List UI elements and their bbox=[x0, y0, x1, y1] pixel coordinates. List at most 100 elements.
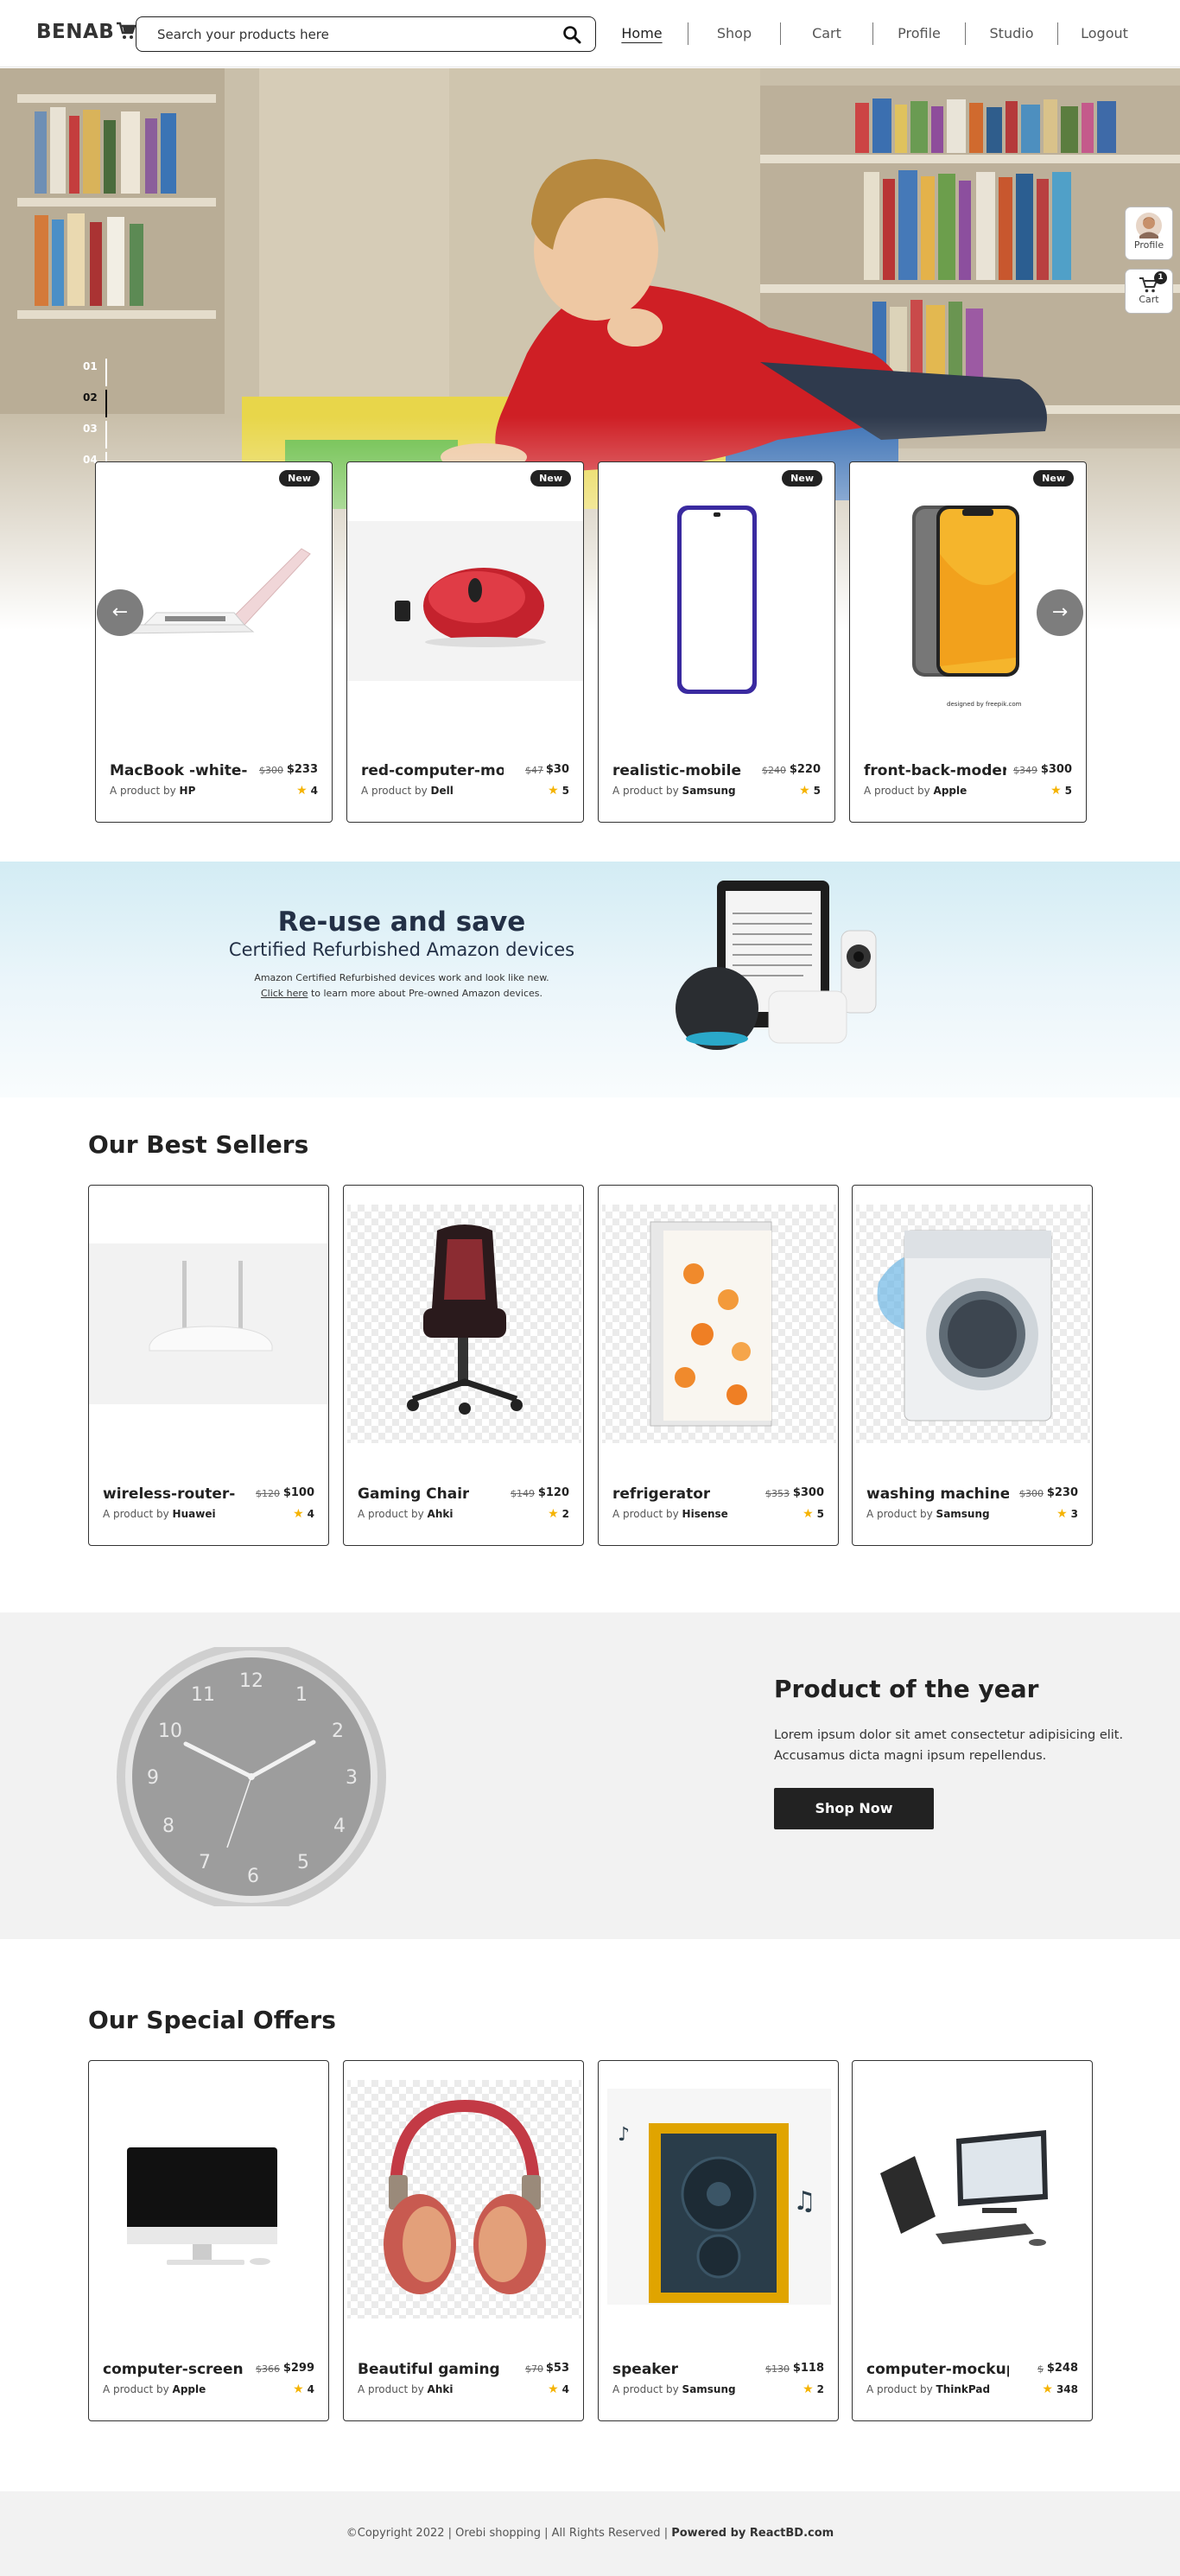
price: $220 bbox=[789, 763, 821, 776]
product-name[interactable]: Beautiful gaming bbox=[358, 2361, 500, 2378]
nav-shop[interactable]: Shop bbox=[688, 22, 781, 45]
product-name[interactable]: red-computer-mou bbox=[361, 762, 504, 779]
product-name[interactable]: wireless-router- bbox=[103, 1485, 235, 1503]
star-icon: ★ bbox=[296, 784, 308, 798]
old-price: $300 bbox=[259, 765, 283, 776]
refurbished-banner: Re-use and save Certified Refurbished Am… bbox=[0, 862, 1180, 1097]
rating: ★ 4 bbox=[296, 784, 318, 798]
product-name[interactable]: computer-mockup bbox=[866, 2361, 1009, 2378]
product-name[interactable]: computer-screen bbox=[103, 2361, 244, 2378]
nav-profile[interactable]: Profile bbox=[873, 22, 966, 45]
product-name[interactable]: speaker bbox=[612, 2361, 678, 2378]
old-price: $149 bbox=[511, 1488, 535, 1499]
old-price: $70 bbox=[525, 2363, 543, 2375]
svg-text:11: 11 bbox=[191, 1684, 215, 1706]
product-card[interactable]: New red-computer-mou $47 $30 A product b… bbox=[346, 461, 584, 823]
slide-dot-3[interactable]: 03 bbox=[83, 421, 109, 454]
star-icon: ★ bbox=[803, 1507, 814, 1521]
product-of-year-title: Product of the year bbox=[774, 1675, 1039, 1703]
profile-side-button[interactable]: Profile bbox=[1125, 207, 1173, 260]
price: $233 bbox=[286, 763, 318, 776]
product-brand-line: A product by Ahki bbox=[358, 1508, 454, 1520]
price: $300 bbox=[1040, 763, 1072, 776]
product-image bbox=[127, 2147, 277, 2265]
product-name[interactable]: washing machine bbox=[866, 1485, 1009, 1503]
product-brand-line: A product by Hisense bbox=[612, 1508, 728, 1520]
svg-text:♪: ♪ bbox=[618, 2124, 630, 2146]
rating: ★ 5 bbox=[799, 784, 821, 798]
product-brand-line: A product by Samsung bbox=[612, 2383, 736, 2395]
rating: ★ 5 bbox=[1050, 784, 1072, 798]
search-icon[interactable] bbox=[562, 25, 581, 44]
star-icon: ★ bbox=[548, 1507, 559, 1521]
price: $300 bbox=[792, 1486, 824, 1499]
product-brand-line: A product by Huawei bbox=[103, 1508, 216, 1520]
product-card[interactable]: refrigerator $353 $300 A product by Hise… bbox=[598, 1185, 839, 1546]
cart-icon bbox=[117, 22, 137, 39]
new-badge: New bbox=[530, 470, 571, 487]
product-card[interactable]: washing machine $300 $230 A product by S… bbox=[852, 1185, 1093, 1546]
search-input[interactable]: Search your products here bbox=[157, 27, 329, 42]
product-brand-line: A product by Samsung bbox=[612, 785, 736, 797]
nav-cart[interactable]: Cart bbox=[781, 22, 873, 45]
slide-dot-1[interactable]: 01 bbox=[83, 359, 109, 391]
product-name[interactable]: refrigerator bbox=[612, 1485, 710, 1503]
product-card[interactable]: computer-mockup $ $248 A product by Thin… bbox=[852, 2060, 1093, 2421]
cart-side-button[interactable]: 1 Cart bbox=[1125, 269, 1173, 314]
powered-by-link[interactable]: Powered by ReactBD.com bbox=[671, 2527, 834, 2540]
price: $53 bbox=[545, 2362, 569, 2375]
new-badge: New bbox=[279, 470, 320, 487]
banner-link[interactable]: Click here bbox=[261, 988, 308, 999]
product-name[interactable]: realistic-mobile bbox=[612, 762, 741, 779]
product-card[interactable]: New realistic-mobile $240 $220 A product… bbox=[598, 461, 835, 823]
product-card[interactable]: computer-screen $366 $299 A product by A… bbox=[88, 2060, 329, 2421]
product-card[interactable]: New designed by freepik.com front-back-m… bbox=[849, 461, 1087, 823]
devices-image bbox=[676, 881, 877, 1050]
search-bar[interactable]: Search your products here bbox=[136, 16, 596, 52]
nav-logout[interactable]: Logout bbox=[1058, 22, 1151, 45]
product-brand-line: A product by HP bbox=[110, 785, 196, 797]
slide-dot-2[interactable]: 02 bbox=[83, 390, 109, 423]
copyright-text: ©Copyright 2022 | Orebi shopping | All R… bbox=[346, 2527, 672, 2540]
new-badge: New bbox=[1033, 470, 1074, 487]
shop-now-button[interactable]: Shop Now bbox=[774, 1788, 934, 1829]
svg-text:12: 12 bbox=[239, 1670, 263, 1692]
rating: ★ 4 bbox=[293, 2382, 314, 2396]
product-name[interactable]: front-back-moder bbox=[864, 762, 1006, 779]
svg-text:designed by freepik.com: designed by freepik.com bbox=[947, 701, 1022, 708]
old-price: $366 bbox=[256, 2363, 280, 2375]
logo-text: BENAB bbox=[36, 21, 115, 43]
product-image bbox=[677, 506, 757, 694]
nav-studio[interactable]: Studio bbox=[966, 22, 1058, 45]
product-card[interactable]: Gaming Chair $149 $120 A product by Ahki… bbox=[343, 1185, 584, 1546]
star-icon: ★ bbox=[1050, 784, 1062, 798]
product-name[interactable]: MacBook -white- bbox=[110, 762, 247, 779]
product-brand-line: A product by Samsung bbox=[866, 1508, 990, 1520]
wall-clock-image: 12 1 2 3 4 5 6 7 8 9 10 11 bbox=[117, 1647, 386, 1906]
product-card[interactable]: ♪ ♫ speaker $130 $118 A product by Samsun… bbox=[598, 2060, 839, 2421]
next-arrow-button[interactable]: → bbox=[1037, 589, 1083, 636]
product-card[interactable]: wireless-router- $120 $100 A product by … bbox=[88, 1185, 329, 1546]
svg-text:6: 6 bbox=[247, 1866, 259, 1887]
svg-text:3: 3 bbox=[346, 1767, 358, 1789]
nav-home[interactable]: Home bbox=[596, 22, 688, 45]
product-card[interactable]: Beautiful gaming $70 $53 A product by Ah… bbox=[343, 2060, 584, 2421]
svg-text:5: 5 bbox=[297, 1852, 309, 1873]
product-card[interactable]: New MacBook -white- $300 $233 A product … bbox=[95, 461, 333, 823]
product-image bbox=[880, 2130, 1048, 2246]
product-image bbox=[347, 521, 583, 681]
cart-count-badge: 1 bbox=[1154, 271, 1167, 284]
rating: ★ 3 bbox=[1056, 1507, 1078, 1521]
price: $118 bbox=[792, 2362, 824, 2375]
product-name[interactable]: Gaming Chair bbox=[358, 1485, 469, 1503]
old-price: $300 bbox=[1019, 1488, 1044, 1499]
svg-text:7: 7 bbox=[199, 1852, 211, 1873]
product-brand-line: A product by Apple bbox=[103, 2383, 206, 2395]
profile-side-label: Profile bbox=[1133, 239, 1164, 251]
best-sellers-title: Our Best Sellers bbox=[88, 1130, 309, 1159]
product-of-year-text: Lorem ipsum dolor sit amet consectetur a… bbox=[774, 1728, 1124, 1763]
price: $100 bbox=[282, 1486, 314, 1499]
prev-arrow-button[interactable]: ← bbox=[97, 589, 143, 636]
price: $299 bbox=[282, 2362, 314, 2375]
logo[interactable]: BENAB bbox=[36, 21, 137, 43]
